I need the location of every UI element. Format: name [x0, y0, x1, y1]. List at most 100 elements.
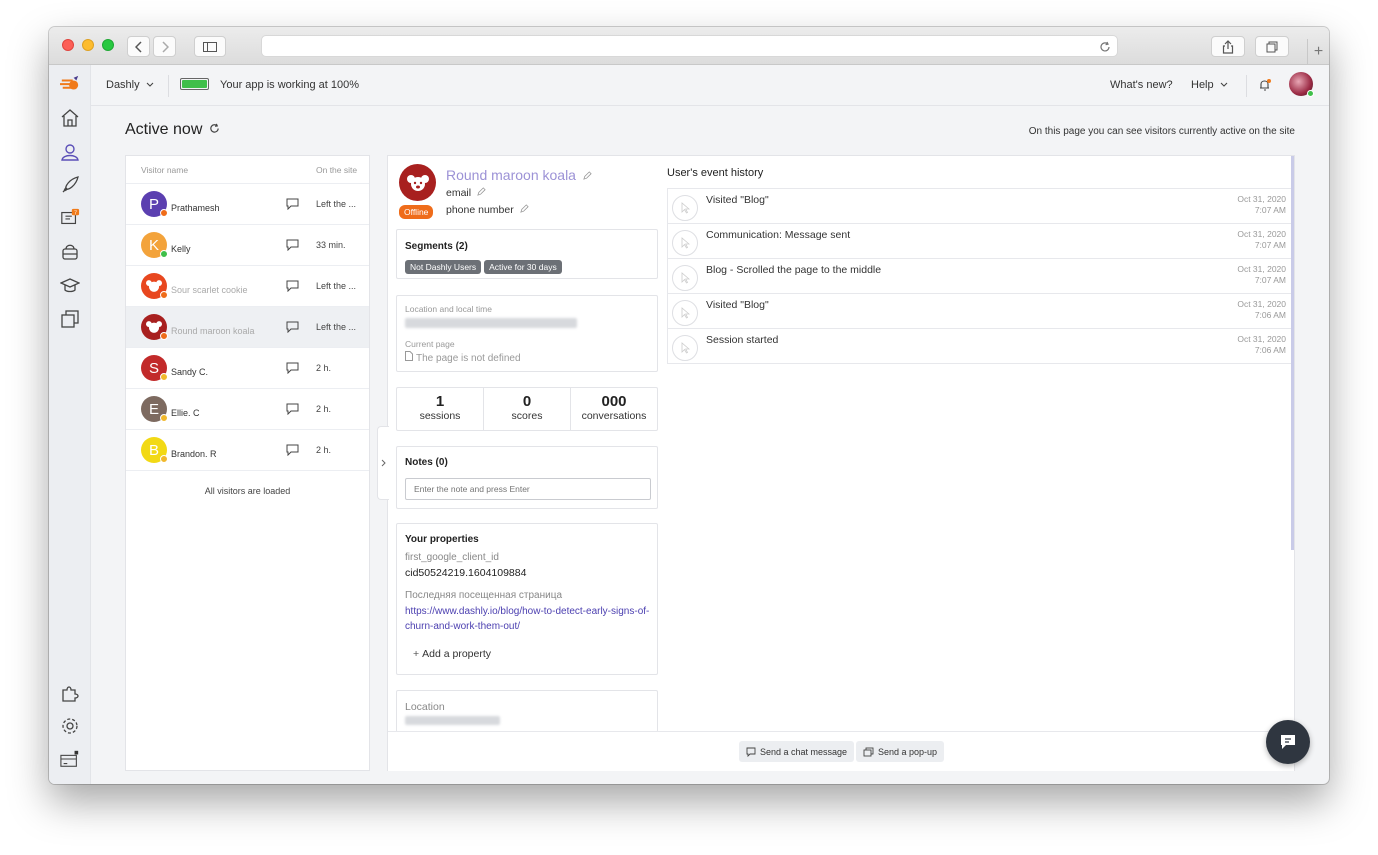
segment-tag[interactable]: Active for 30 days [484, 260, 562, 274]
integrations-puzzle-icon[interactable] [60, 683, 80, 703]
event-title: Visited "Blog" [706, 194, 769, 206]
dashly-logo-icon[interactable] [60, 75, 80, 95]
academy-icon[interactable] [60, 276, 80, 296]
visitor-row[interactable]: E Ellie. C2 h. [126, 389, 369, 430]
event-row: Visited "Blog" Oct 31, 2020 7:07 AM [668, 189, 1292, 224]
chevron-right-icon [381, 459, 386, 467]
start-chat-icon[interactable] [286, 197, 299, 215]
send-chat-message-button[interactable]: Send a chat message [739, 741, 855, 762]
event-history-list: Visited "Blog" Oct 31, 2020 7:07 AM Communi… [667, 188, 1292, 364]
stat-value: 0 [522, 393, 532, 410]
chevron-right-icon [161, 40, 169, 53]
edit-pencil-icon[interactable] [519, 204, 529, 213]
start-chat-icon[interactable] [286, 402, 299, 420]
share-button[interactable] [1211, 36, 1245, 57]
send-popup-button[interactable]: Send a pop-up [856, 741, 945, 762]
koala-icon [406, 174, 429, 191]
visitor-row[interactable]: S Sandy C. 2 h. [126, 348, 369, 389]
visitor-on-site: 33 min. [316, 240, 346, 250]
event-timestamp: Oct 31, 2020 7:07 AM [1237, 264, 1286, 286]
visitor-row[interactable]: K Kelly 33 min. [126, 225, 369, 266]
note-input[interactable] [405, 478, 651, 500]
segment-tag[interactable]: Not Dashly Users [405, 260, 482, 274]
minimize-window-button[interactable] [82, 39, 94, 51]
back-button[interactable] [127, 36, 150, 57]
location-time-value-blurred [405, 318, 577, 328]
visitor-row[interactable]: Round maroon koala Left the ... [126, 307, 369, 348]
cursor-icon [672, 300, 698, 326]
sidebar-icon [203, 41, 217, 52]
maximize-window-button[interactable] [102, 39, 114, 51]
settings-gear-icon[interactable] [60, 716, 80, 736]
visitor-name: Prathamesh [171, 203, 220, 213]
cursor-icon [672, 265, 698, 291]
campaigns-rocket-icon[interactable] [60, 175, 80, 195]
start-chat-icon[interactable] [286, 443, 299, 461]
visitor-on-site: Left the ... [316, 322, 357, 332]
location-title: Location [405, 701, 445, 713]
notifications-bell-icon[interactable] [1258, 78, 1272, 95]
start-chat-icon[interactable] [286, 238, 299, 256]
start-chat-icon[interactable] [286, 320, 299, 338]
home-icon[interactable] [60, 108, 80, 128]
visitors-icon[interactable] [60, 142, 80, 162]
bot-icon[interactable] [60, 242, 80, 262]
property-link[interactable]: https://www.dashly.io/blog/how-to-detect… [405, 604, 650, 634]
address-bar[interactable] [261, 35, 1118, 57]
cursor-icon [672, 335, 698, 361]
stat-value: 1 [435, 393, 445, 410]
add-property-button[interactable]: + Add a property [413, 648, 491, 660]
refresh-icon[interactable] [209, 123, 220, 134]
workspace-label: Dashly [106, 79, 140, 91]
workspace-dropdown[interactable]: Dashly [106, 79, 154, 91]
chevron-down-icon [146, 82, 154, 87]
event-title: Communication: Message sent [706, 229, 851, 241]
topbar-divider [1246, 75, 1247, 97]
topbar-divider [168, 75, 169, 97]
edit-pencil-icon[interactable] [583, 171, 592, 180]
event-rows: Visited "Blog" Oct 31, 2020 7:07 AM Communi… [668, 189, 1292, 364]
event-history-scrollbar[interactable] [1291, 156, 1294, 550]
segments-title: Segments (2) [405, 241, 468, 252]
billing-card-icon[interactable] [60, 749, 80, 769]
reload-icon[interactable] [1099, 41, 1111, 53]
new-tab-button[interactable]: + [1307, 39, 1329, 65]
edit-pencil-icon[interactable] [477, 187, 486, 196]
sidebar-toggle-button[interactable] [194, 36, 226, 57]
chat-widget-button[interactable] [1266, 720, 1310, 764]
whats-new-link[interactable]: What's new? [1110, 79, 1173, 91]
browser-titlebar: + [49, 27, 1329, 65]
segment-tags: Not Dashly Users Active for 30 days [405, 257, 565, 275]
tabs-overview-button[interactable] [1255, 36, 1289, 57]
current-page-label: Current page [405, 339, 455, 349]
visitor-status-dot [160, 332, 168, 340]
forward-button[interactable] [153, 36, 176, 57]
collapse-panel-handle[interactable] [377, 426, 389, 500]
visitor-status-dot [160, 209, 168, 217]
close-window-button[interactable] [62, 39, 74, 51]
conversations-icon[interactable]: 7 [60, 208, 80, 228]
user-avatar[interactable] [1289, 72, 1314, 97]
popup-icon [863, 747, 874, 756]
file-icon [405, 351, 413, 361]
visitors-list-header: Visitor name On the site [126, 156, 369, 184]
visitors-list-card: Visitor name On the site P Prathamesh Left… [125, 155, 370, 771]
start-chat-icon[interactable] [286, 279, 299, 297]
segments-card: Segments (2) Not Dashly Users Active for … [396, 229, 658, 279]
stat-sessions: 1 sessions [397, 388, 484, 430]
visitor-row[interactable]: Sour scarlet cookie Left the ... [126, 266, 369, 307]
reports-icon[interactable] [60, 309, 80, 329]
profile-phone[interactable]: phone number [446, 204, 529, 216]
start-chat-icon[interactable] [286, 361, 299, 379]
profile-name[interactable]: Round maroon koala [446, 167, 592, 183]
main-content: Active now On this page you can see visi… [91, 106, 1329, 784]
visitors-footer: All visitors are loaded [204, 486, 291, 496]
chat-icon [1281, 735, 1295, 749]
property-key: first_google_client_id [405, 552, 499, 563]
svg-text:7: 7 [74, 210, 77, 216]
visitor-row[interactable]: B Brandon. R2 h. [126, 430, 369, 471]
visitor-row[interactable]: P Prathamesh Left the ... [126, 184, 369, 225]
visitor-on-site: Left the ... [316, 199, 357, 209]
profile-email[interactable]: email [446, 187, 486, 199]
help-dropdown[interactable]: Help [1191, 79, 1228, 91]
